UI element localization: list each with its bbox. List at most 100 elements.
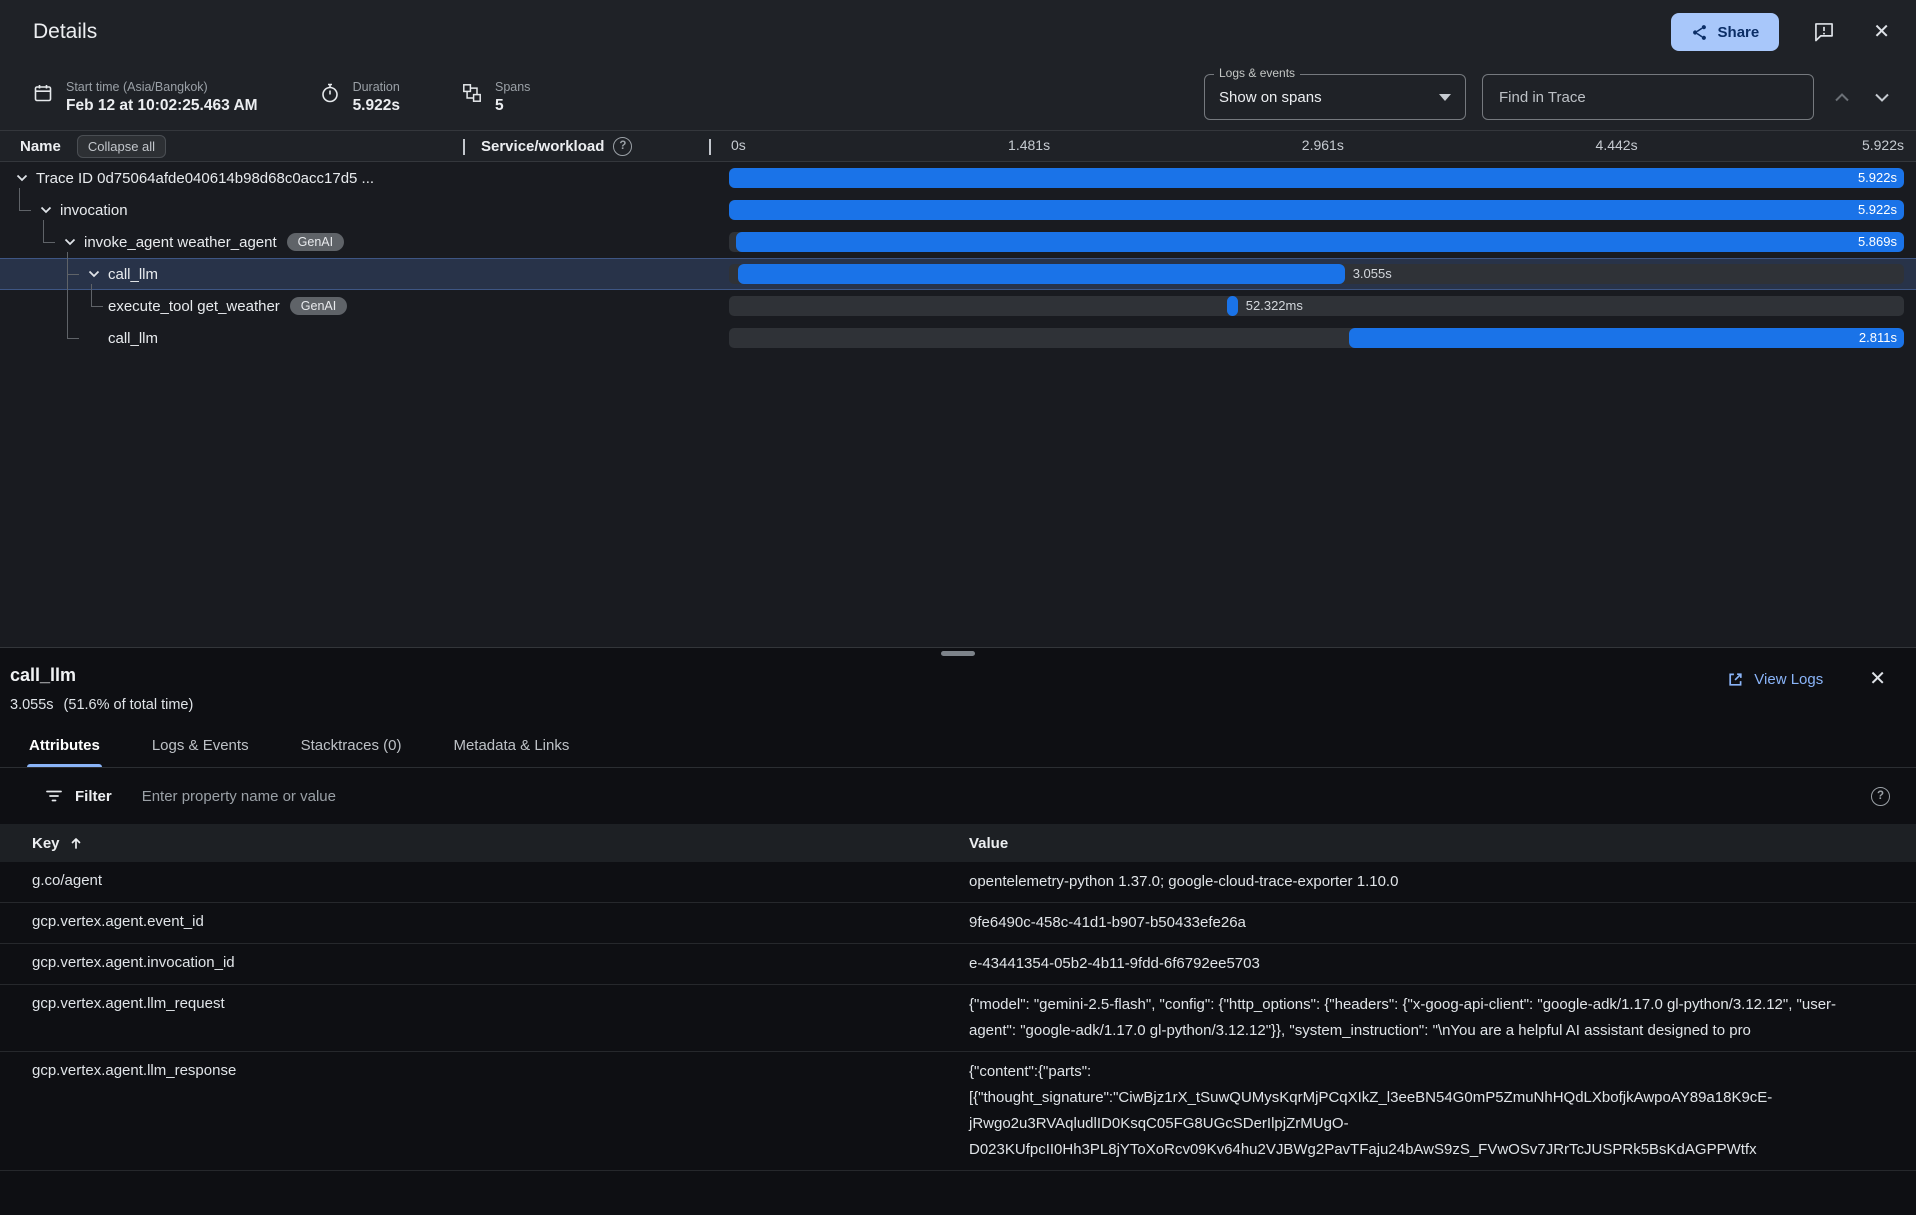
- column-separator: [709, 139, 711, 155]
- time-axis: 0s 1.481s 2.961s 4.442s 5.922s: [729, 131, 1904, 161]
- start-time-label: Start time (Asia/Bangkok): [66, 80, 258, 94]
- span-bar[interactable]: [738, 264, 1344, 284]
- span-row-trace[interactable]: Trace ID 0d75064afde040614b98d68c0acc17d…: [0, 162, 1916, 194]
- attributes-table-header: Key Value: [0, 824, 1916, 862]
- span-row-invocation[interactable]: invocation 5.922s: [0, 194, 1916, 226]
- span-bar[interactable]: [1349, 328, 1904, 348]
- filter-input[interactable]: [140, 787, 1871, 806]
- open-in-new-icon: [1727, 671, 1744, 688]
- span-name: invocation: [60, 202, 128, 219]
- service-help-icon[interactable]: ?: [613, 137, 632, 156]
- span-track: 2.811s: [729, 328, 1904, 348]
- span-row-call-llm-selected[interactable]: call_llm 3.055s: [0, 258, 1916, 290]
- span-detail-panel: call_llm 3.055s (51.6% of total time) Vi…: [0, 647, 1916, 1215]
- expander-icon[interactable]: [60, 238, 80, 246]
- span-name: call_llm: [108, 330, 158, 347]
- span-name: Trace ID 0d75064afde040614b98d68c0acc17d…: [36, 170, 374, 187]
- genai-badge: GenAI: [290, 297, 347, 316]
- attribute-value: e-43441354-05b2-4b11-9fdd-6f6792ee5703: [969, 951, 1916, 977]
- span-bar[interactable]: [1227, 296, 1238, 316]
- tab-stacktraces[interactable]: Stacktraces (0): [299, 737, 404, 767]
- close-button[interactable]: ✕: [1869, 18, 1894, 46]
- close-icon: ✕: [1873, 22, 1890, 42]
- spans-value: 5: [495, 97, 530, 115]
- span-duration: 5.869s: [1858, 232, 1897, 252]
- feedback-button[interactable]: [1809, 17, 1839, 47]
- toolbar: Start time (Asia/Bangkok) Feb 12 at 10:0…: [0, 64, 1916, 130]
- attribute-row: gcp.vertex.agent.event_id 9fe6490c-458c-…: [0, 903, 1916, 944]
- attribute-key: gcp.vertex.agent.llm_response: [0, 1059, 969, 1163]
- span-name: execute_tool get_weather: [108, 298, 280, 315]
- span-duration: 2.811s: [1859, 328, 1897, 348]
- duration-label: Duration: [353, 80, 400, 94]
- attribute-row: gcp.vertex.agent.invocation_id e-4344135…: [0, 944, 1916, 985]
- attribute-value: {"model": "gemini-2.5-flash", "config": …: [969, 992, 1916, 1044]
- header-bar: Details Share: [0, 0, 1916, 64]
- expander-icon[interactable]: [12, 174, 32, 182]
- attribute-row: gcp.vertex.agent.llm_response {"content"…: [0, 1052, 1916, 1171]
- attribute-value: opentelemetry-python 1.37.0; google-clou…: [969, 869, 1916, 895]
- value-column-header: Value: [969, 835, 1916, 852]
- collapse-all-button[interactable]: Collapse all: [77, 135, 166, 158]
- span-name: invoke_agent weather_agent: [84, 234, 277, 251]
- view-logs-label: View Logs: [1754, 671, 1823, 688]
- start-time-value: Feb 12 at 10:02:25.463 AM: [66, 97, 258, 115]
- span-duration: 3.055s: [1353, 264, 1392, 284]
- span-track: 5.869s: [729, 232, 1904, 252]
- resize-handle[interactable]: [941, 651, 975, 656]
- filter-label: Filter: [75, 788, 112, 805]
- time-tick: 4.442s: [1596, 137, 1638, 153]
- panel-close-button[interactable]: ✕: [1865, 665, 1890, 693]
- attribute-key: g.co/agent: [0, 869, 969, 895]
- logs-events-label: Logs & events: [1214, 66, 1300, 80]
- span-bar[interactable]: [729, 168, 1904, 188]
- tab-metadata-links[interactable]: Metadata & Links: [451, 737, 571, 767]
- attribute-value: {"content":{"parts": [{"thought_signatur…: [969, 1059, 1916, 1163]
- feedback-icon: [1813, 21, 1835, 43]
- timer-icon: [320, 83, 340, 103]
- attribute-key: gcp.vertex.agent.llm_request: [0, 992, 969, 1044]
- span-rows: Trace ID 0d75064afde040614b98d68c0acc17d…: [0, 162, 1916, 354]
- find-in-trace-input[interactable]: [1482, 74, 1814, 120]
- span-row-invoke-agent[interactable]: invoke_agent weather_agent GenAI 5.869s: [0, 226, 1916, 258]
- share-icon: [1691, 24, 1708, 41]
- chevron-up-icon: [1834, 92, 1850, 103]
- expander-icon[interactable]: [36, 206, 56, 214]
- logs-events-value: Show on spans: [1219, 89, 1322, 106]
- name-column-header: Name: [20, 138, 61, 155]
- span-row-execute-tool[interactable]: execute_tool get_weather GenAI 52.322ms: [0, 290, 1916, 322]
- close-icon: ✕: [1869, 669, 1886, 689]
- dropdown-caret-icon: [1439, 94, 1451, 101]
- calendar-icon: [33, 83, 53, 103]
- filter-icon: [45, 787, 63, 805]
- tab-attributes[interactable]: Attributes: [27, 737, 102, 767]
- spans-icon: [462, 83, 482, 103]
- span-row-call-llm-2[interactable]: call_llm 2.811s: [0, 322, 1916, 354]
- logs-events-select[interactable]: Logs & events Show on spans: [1204, 74, 1466, 120]
- share-button[interactable]: Share: [1671, 13, 1780, 51]
- tab-logs-events[interactable]: Logs & Events: [150, 737, 251, 767]
- find-prev-button[interactable]: [1830, 88, 1854, 107]
- waterfall-body: Trace ID 0d75064afde040614b98d68c0acc17d…: [0, 162, 1916, 647]
- expander-icon[interactable]: [84, 270, 104, 278]
- span-bar[interactable]: [736, 232, 1904, 252]
- duration-value: 5.922s: [353, 97, 400, 115]
- detail-tabs: Attributes Logs & Events Stacktraces (0)…: [0, 713, 1916, 768]
- trace-details-window: Details Share: [0, 0, 1916, 1215]
- attribute-value: 9fe6490c-458c-41d1-b907-b50433efe26a: [969, 910, 1916, 936]
- time-tick: 2.961s: [1302, 137, 1344, 153]
- duration-block: Duration 5.922s: [320, 80, 400, 115]
- span-detail-title: call_llm: [10, 665, 193, 686]
- span-duration: 52.322ms: [1246, 296, 1303, 316]
- attribute-key: gcp.vertex.agent.invocation_id: [0, 951, 969, 977]
- key-column-header[interactable]: Key: [0, 835, 969, 852]
- span-track: 5.922s: [729, 168, 1904, 188]
- page-title: Details: [33, 20, 97, 44]
- filter-help-icon[interactable]: ?: [1871, 787, 1890, 806]
- find-next-button[interactable]: [1870, 88, 1894, 107]
- attribute-row: g.co/agent opentelemetry-python 1.37.0; …: [0, 862, 1916, 903]
- span-duration: 5.922s: [1858, 168, 1897, 188]
- service-column-header: Service/workload: [481, 138, 604, 155]
- span-bar[interactable]: [729, 200, 1904, 220]
- view-logs-link[interactable]: View Logs: [1727, 671, 1823, 688]
